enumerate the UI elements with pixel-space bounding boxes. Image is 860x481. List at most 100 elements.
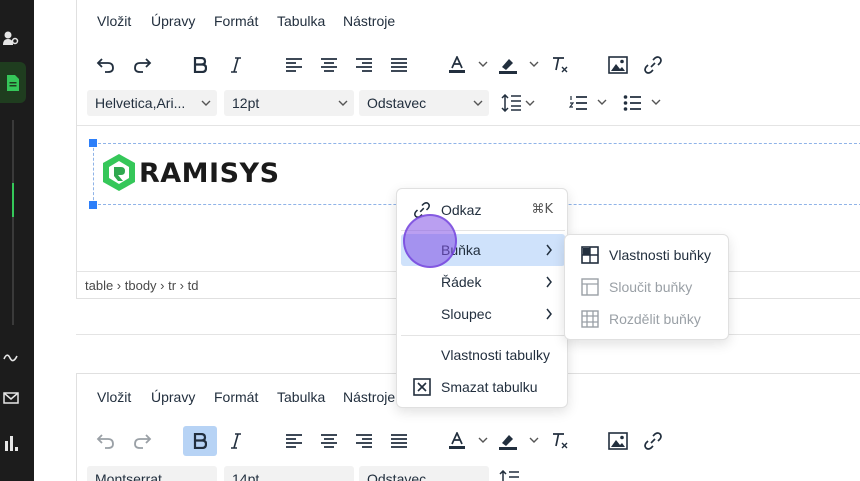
bullet-list-button[interactable] bbox=[621, 88, 665, 118]
align-right-icon bbox=[356, 58, 372, 72]
redo-icon bbox=[134, 58, 152, 73]
ctx-row-label: Řádek bbox=[441, 274, 482, 290]
menu-insert[interactable]: Vložit bbox=[97, 389, 131, 405]
image-icon bbox=[608, 56, 628, 74]
toolbar-row-2: Helvetica,Ari... 12pt Odstavec bbox=[77, 88, 860, 126]
line-height-button[interactable] bbox=[495, 464, 525, 481]
insert-link-button[interactable] bbox=[638, 50, 668, 80]
ctx-delete-table-label: Smazat tabulku bbox=[441, 379, 538, 395]
font-family-select[interactable]: Montserrat bbox=[87, 466, 217, 481]
sub-split-cell[interactable]: Rozdělit buňky bbox=[569, 303, 726, 335]
insert-image-button[interactable] bbox=[603, 50, 633, 80]
block-format-select[interactable]: Odstavec bbox=[359, 90, 489, 116]
clear-format-button[interactable] bbox=[545, 50, 575, 80]
line-height-icon bbox=[501, 94, 535, 112]
undo-button[interactable] bbox=[91, 50, 121, 80]
align-left-button[interactable] bbox=[279, 50, 309, 80]
redo-button[interactable] bbox=[127, 50, 157, 80]
ctx-delete-table[interactable]: Smazat tabulku bbox=[401, 371, 565, 403]
menu-insert[interactable]: Vložit bbox=[97, 13, 131, 29]
ctx-table-properties[interactable]: Vlastnosti tabulky bbox=[401, 339, 565, 371]
justify-button[interactable] bbox=[384, 426, 414, 456]
users-settings-icon[interactable] bbox=[0, 28, 22, 50]
font-family-value: Helvetica,Ari... bbox=[95, 95, 186, 111]
justify-icon bbox=[391, 58, 407, 72]
align-left-icon bbox=[286, 58, 302, 72]
ctx-row[interactable]: Řádek bbox=[401, 266, 565, 298]
menu-format[interactable]: Formát bbox=[214, 13, 258, 29]
line-height-button[interactable] bbox=[495, 88, 541, 118]
font-size-select[interactable]: 12pt bbox=[224, 90, 354, 116]
sub-split-cell-label: Rozdělit buňky bbox=[609, 311, 701, 327]
numbered-list-button[interactable] bbox=[567, 88, 611, 118]
justify-icon bbox=[391, 434, 407, 448]
font-family-select[interactable]: Helvetica,Ari... bbox=[87, 90, 217, 116]
merge-cells-icon bbox=[581, 278, 599, 296]
ctx-separator bbox=[401, 335, 565, 336]
analytics-icon[interactable] bbox=[0, 346, 22, 368]
menu-tools[interactable]: Nástroje bbox=[343, 389, 395, 405]
align-left-button[interactable] bbox=[279, 426, 309, 456]
block-format-select[interactable]: Odstavec bbox=[359, 466, 489, 481]
insert-link-button[interactable] bbox=[638, 426, 668, 456]
text-color-chevron-icon[interactable] bbox=[478, 436, 488, 444]
resize-handle-bottom-left[interactable] bbox=[89, 201, 97, 209]
bullet-list-icon bbox=[623, 95, 661, 111]
sidebar-active-marker bbox=[12, 183, 14, 217]
app-sidebar bbox=[0, 0, 34, 481]
sub-merge-cells[interactable]: Sloučit buňky bbox=[569, 271, 726, 303]
cell-submenu: Vlastnosti buňky Sloučit buňky Rozdělit … bbox=[564, 234, 729, 340]
highlight-color-button[interactable] bbox=[493, 50, 523, 80]
link-icon bbox=[644, 56, 662, 74]
text-color-chevron-icon[interactable] bbox=[478, 60, 488, 68]
ctx-table-properties-label: Vlastnosti tabulky bbox=[441, 347, 550, 363]
highlight-chevron-icon[interactable] bbox=[529, 436, 539, 444]
bold-button[interactable] bbox=[185, 50, 215, 80]
align-center-button[interactable] bbox=[314, 50, 344, 80]
bold-icon bbox=[193, 57, 207, 73]
chevron-right-icon bbox=[546, 244, 552, 256]
undo-icon bbox=[96, 434, 114, 449]
font-size-select[interactable]: 14pt bbox=[224, 466, 354, 481]
cursor-highlight bbox=[403, 214, 457, 268]
highlight-chevron-icon[interactable] bbox=[529, 60, 539, 68]
menu-tools[interactable]: Nástroje bbox=[343, 13, 395, 29]
toolbar-row-1 bbox=[77, 50, 860, 88]
undo-button[interactable] bbox=[91, 426, 121, 456]
redo-button[interactable] bbox=[127, 426, 157, 456]
insert-image-button[interactable] bbox=[603, 426, 633, 456]
align-right-button[interactable] bbox=[349, 426, 379, 456]
chevron-right-icon bbox=[546, 276, 552, 288]
menu-format[interactable]: Formát bbox=[214, 389, 258, 405]
link-icon bbox=[644, 432, 662, 450]
line-height-icon bbox=[499, 470, 519, 481]
text-color-button[interactable] bbox=[442, 50, 472, 80]
resize-handle-top-left[interactable] bbox=[89, 139, 97, 147]
text-color-icon bbox=[449, 432, 465, 449]
ctx-column-label: Sloupec bbox=[441, 306, 492, 322]
menu-edit[interactable]: Úpravy bbox=[151, 389, 195, 405]
menu-table[interactable]: Tabulka bbox=[277, 13, 325, 29]
align-center-button[interactable] bbox=[314, 426, 344, 456]
align-right-icon bbox=[356, 434, 372, 448]
clear-format-button[interactable] bbox=[545, 426, 575, 456]
text-color-icon bbox=[449, 56, 465, 73]
bold-button[interactable] bbox=[183, 426, 217, 456]
menu-edit[interactable]: Úpravy bbox=[151, 13, 195, 29]
italic-button[interactable] bbox=[221, 426, 251, 456]
menu-table[interactable]: Tabulka bbox=[277, 389, 325, 405]
text-color-button[interactable] bbox=[442, 426, 472, 456]
sidebar-tree-line bbox=[12, 120, 14, 325]
element-path[interactable]: table › tbody › tr › td bbox=[85, 278, 198, 293]
ctx-column[interactable]: Sloupec bbox=[401, 298, 565, 330]
sub-cell-properties[interactable]: Vlastnosti buňky bbox=[569, 239, 726, 271]
block-format-value: Odstavec bbox=[367, 471, 427, 481]
align-right-button[interactable] bbox=[349, 50, 379, 80]
chart-bars-icon[interactable] bbox=[0, 432, 22, 454]
documents-nav-icon[interactable] bbox=[0, 62, 26, 103]
italic-button[interactable] bbox=[221, 50, 251, 80]
justify-button[interactable] bbox=[384, 50, 414, 80]
logo-text: RAMISYS bbox=[139, 157, 280, 189]
mail-icon[interactable] bbox=[0, 387, 22, 409]
highlight-color-button[interactable] bbox=[493, 426, 523, 456]
